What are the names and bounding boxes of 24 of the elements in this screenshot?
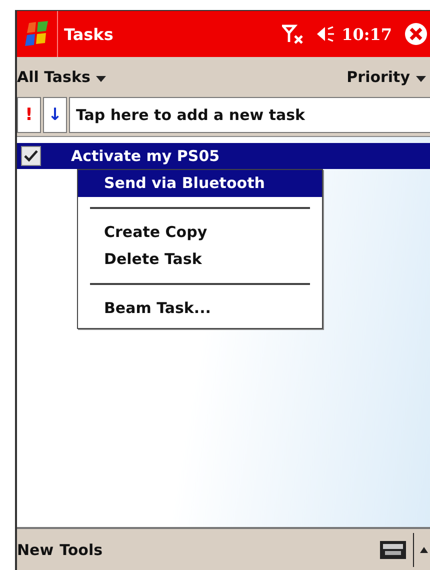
category-dropdown[interactable]: All Tasks <box>17 68 90 86</box>
keyboard-icon[interactable] <box>379 540 407 560</box>
new-task-field[interactable]: Tap here to add a new task <box>69 97 430 133</box>
menu-bar-item[interactable]: New <box>17 541 54 559</box>
menu-item[interactable]: Beam Task... <box>78 295 322 322</box>
menu-item[interactable]: Send via Bluetooth <box>78 170 322 197</box>
priority-button[interactable]: ! <box>17 97 41 133</box>
menu-item[interactable]: Create Copy <box>78 219 322 246</box>
caret-icon[interactable] <box>416 76 426 82</box>
start-flag-icon[interactable] <box>23 20 51 48</box>
clock-time[interactable]: 10:17 <box>342 24 392 44</box>
app-title: Tasks <box>64 24 114 44</box>
task-name: Activate my PS05 <box>71 147 220 165</box>
caret-up-icon[interactable] <box>420 547 428 553</box>
task-row[interactable]: Activate my PS05 <box>17 143 430 169</box>
sort-dropdown[interactable]: Priority <box>346 68 410 86</box>
menu-bar-item[interactable]: Tools <box>60 541 103 559</box>
checkbox[interactable] <box>21 146 41 166</box>
speaker-icon[interactable] <box>316 25 336 43</box>
no-signal-icon <box>282 24 304 44</box>
caret-icon[interactable] <box>96 76 106 82</box>
sort-order-button[interactable]: ↓ <box>43 97 67 133</box>
menu-item[interactable]: Delete Task <box>78 246 322 273</box>
close-icon[interactable] <box>404 22 428 46</box>
